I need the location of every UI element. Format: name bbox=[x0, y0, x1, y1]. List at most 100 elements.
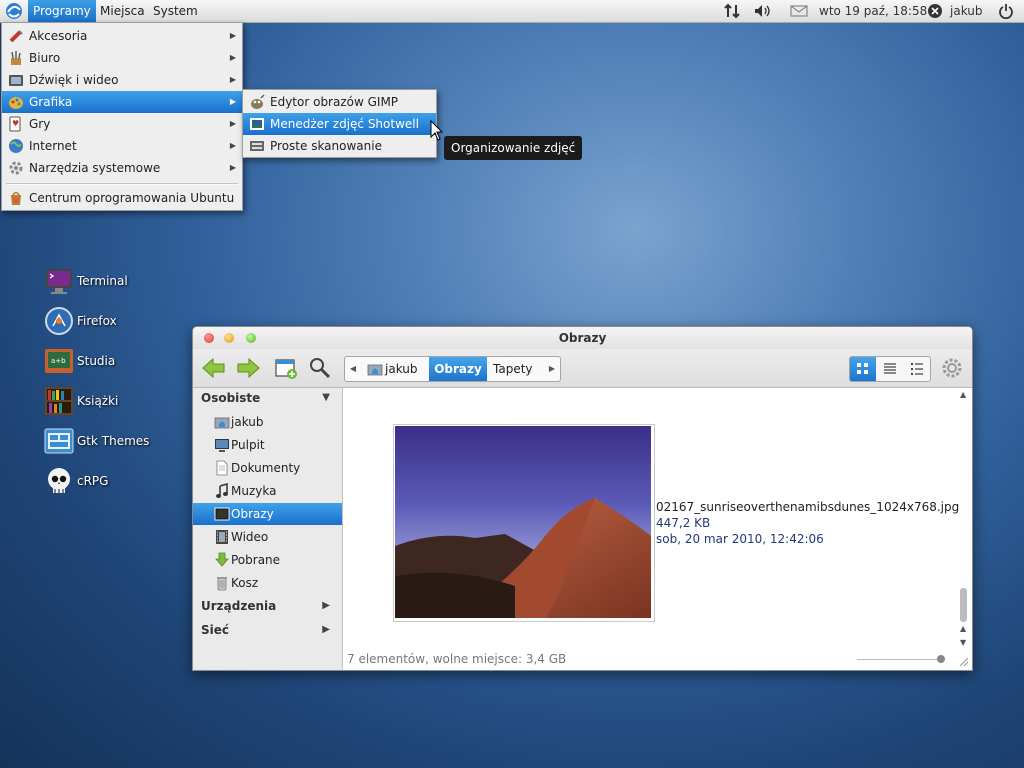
menu-item-games[interactable]: ♥ Gry ▶ bbox=[2, 113, 242, 135]
gtk-themes-icon bbox=[44, 428, 74, 454]
breadcrumb: ◀ jakub Obrazy Tapety ▶ bbox=[344, 356, 561, 382]
user-status-icon[interactable] bbox=[927, 3, 943, 19]
folder-studia-icon: a+b bbox=[45, 349, 73, 373]
window-titlebar[interactable]: Obrazy bbox=[193, 327, 972, 349]
dune-photo-thumbnail bbox=[395, 426, 651, 618]
home-folder-icon bbox=[214, 417, 230, 429]
menu-item-accessories[interactable]: Akcesoria ▶ bbox=[2, 25, 242, 47]
file-size: 447,2 KB bbox=[656, 516, 711, 530]
menu-item-office[interactable]: Biuro ▶ bbox=[2, 47, 242, 69]
grid-view-icon bbox=[857, 363, 868, 374]
menu-item-shotwell[interactable]: Menedżer zdjęć Shotwell bbox=[243, 113, 436, 135]
breadcrumb-obrazy[interactable]: Obrazy bbox=[429, 357, 487, 381]
submenu-arrow-icon: ▶ bbox=[229, 119, 236, 128]
trash-icon bbox=[217, 577, 227, 591]
menu-item-system-tools[interactable]: Narzędzia systemowe ▶ bbox=[2, 157, 242, 179]
icon-view-button[interactable] bbox=[850, 357, 876, 381]
scroll-down-arrow-icon[interactable]: ▼ bbox=[960, 638, 966, 647]
desktop-icon-gtk-themes[interactable]: Gtk Themes bbox=[44, 426, 204, 458]
skull-icon bbox=[48, 468, 70, 493]
gear-icon[interactable] bbox=[939, 355, 965, 381]
sidebar-header-devices[interactable]: Urządzenia bbox=[201, 599, 276, 613]
software-center-icon bbox=[11, 191, 21, 205]
submenu-arrow-icon: ▶ bbox=[229, 97, 236, 106]
resize-grip-icon[interactable] bbox=[957, 655, 969, 667]
multimedia-icon bbox=[9, 75, 23, 86]
back-arrow-icon[interactable] bbox=[201, 355, 227, 381]
expand-arrow-icon[interactable]: ▶ bbox=[322, 624, 330, 635]
graphics-submenu: Edytor obrazów GIMP Menedżer zdjęć Shotw… bbox=[242, 89, 437, 158]
submenu-arrow-icon: ▶ bbox=[229, 31, 236, 40]
file-thumbnail[interactable] bbox=[393, 424, 655, 622]
menu-item-gimp[interactable]: Edytor obrazów GIMP bbox=[243, 91, 436, 113]
power-icon[interactable] bbox=[998, 3, 1014, 19]
sidebar-item-dokumenty[interactable]: Dokumenty bbox=[193, 457, 342, 479]
expand-arrow-icon[interactable]: ▶ bbox=[322, 600, 330, 611]
videos-folder-icon bbox=[216, 530, 228, 544]
sidebar-item-jakub[interactable]: jakub bbox=[193, 411, 342, 433]
sidebar-header-personal[interactable]: Osobiste bbox=[201, 391, 260, 405]
mail-icon[interactable] bbox=[790, 3, 808, 19]
menu-item-sound-video[interactable]: Dźwięk i wideo ▶ bbox=[2, 69, 242, 91]
breadcrumb-home[interactable]: jakub bbox=[363, 357, 428, 381]
svg-text:a+b: a+b bbox=[51, 357, 66, 365]
zoom-slider-handle[interactable] bbox=[937, 655, 945, 663]
sidebar-item-pobrane[interactable]: Pobrane bbox=[193, 549, 342, 571]
desktop-icon-studia[interactable]: a+b Studia bbox=[44, 346, 204, 378]
submenu-arrow-icon: ▶ bbox=[229, 53, 236, 62]
sidebar-header-network[interactable]: Sieć bbox=[201, 623, 229, 637]
network-icon[interactable] bbox=[724, 3, 740, 19]
ubuntu-logo-icon[interactable] bbox=[4, 2, 24, 20]
volume-icon[interactable] bbox=[753, 3, 773, 19]
user-name[interactable]: jakub bbox=[950, 0, 983, 22]
menu-separator bbox=[6, 183, 238, 185]
status-text: 7 elementów, wolne miejsce: 3,4 GB bbox=[347, 652, 567, 666]
sidebar-item-muzyka[interactable]: Muzyka bbox=[193, 480, 342, 502]
menu-item-simple-scan[interactable]: Proste skanowanie bbox=[243, 135, 436, 157]
accessories-icon bbox=[9, 30, 23, 43]
desktop-icon-terminal[interactable]: Terminal bbox=[44, 266, 204, 298]
file-manager-window: Obrazy ◀ jakub Obrazy Tapety ▶ Osobiste … bbox=[192, 326, 973, 671]
panel-menu-system[interactable]: System bbox=[148, 0, 203, 22]
menu-item-graphics[interactable]: Grafika ▶ bbox=[2, 91, 242, 113]
gimp-icon bbox=[251, 94, 265, 109]
compact-view-button[interactable] bbox=[904, 357, 930, 381]
view-switcher bbox=[849, 356, 931, 382]
desktop-icon-firefox[interactable]: Firefox bbox=[44, 306, 204, 338]
svg-text:♥: ♥ bbox=[12, 119, 19, 128]
menu-item-software-center[interactable]: Centrum oprogramowania Ubuntu bbox=[2, 187, 242, 209]
breadcrumb-tapety[interactable]: Tapety bbox=[493, 357, 543, 381]
desktop-icon-crpg[interactable]: cRPG bbox=[44, 466, 204, 498]
menu-item-internet[interactable]: Internet ▶ bbox=[2, 135, 242, 157]
scroll-up-arrow-icon[interactable]: ▲ bbox=[960, 624, 966, 633]
clock[interactable]: wto 19 paź, 18:58 bbox=[819, 0, 927, 22]
collapse-arrow-icon[interactable]: ▼ bbox=[322, 392, 330, 403]
panel-menu-places[interactable]: Miejsca bbox=[95, 0, 150, 22]
desktop-icon-ksiazki[interactable]: Książki bbox=[44, 386, 204, 418]
sidebar-item-kosz[interactable]: Kosz bbox=[193, 572, 342, 594]
forward-arrow-icon[interactable] bbox=[235, 355, 261, 381]
breadcrumb-left-arrow-icon[interactable]: ◀ bbox=[345, 357, 361, 381]
file-date: sob, 20 mar 2010, 12:42:06 bbox=[656, 532, 824, 546]
scanner-icon bbox=[250, 141, 264, 151]
vertical-scrollbar[interactable]: ▲ ▲ ▼ bbox=[959, 388, 969, 647]
tooltip: Organizowanie zdjęć bbox=[444, 136, 583, 160]
sidebar-item-wideo[interactable]: Wideo bbox=[193, 526, 342, 548]
panel-menu-applications[interactable]: Programy bbox=[28, 0, 96, 22]
file-name[interactable]: 02167_sunriseoverthenamibsdunes_1024x768… bbox=[656, 500, 959, 514]
zoom-slider-track[interactable] bbox=[857, 659, 945, 660]
scrollbar-thumb[interactable] bbox=[960, 588, 967, 622]
pictures-folder-icon bbox=[214, 507, 230, 521]
compact-view-icon bbox=[911, 363, 923, 375]
new-tab-icon[interactable] bbox=[273, 355, 299, 381]
breadcrumb-right-arrow-icon[interactable]: ▶ bbox=[545, 357, 559, 381]
list-view-button[interactable] bbox=[877, 357, 903, 381]
documents-folder-icon bbox=[216, 460, 228, 476]
internet-icon bbox=[9, 139, 23, 153]
sidebar-item-obrazy[interactable]: Obrazy bbox=[193, 503, 342, 525]
sidebar-item-pulpit[interactable]: Pulpit bbox=[193, 434, 342, 456]
search-icon[interactable] bbox=[307, 355, 333, 381]
applications-menu: Akcesoria ▶ Biuro ▶ Dźwięk i wideo ▶ Grafik… bbox=[1, 22, 243, 211]
scroll-up-arrow-icon[interactable]: ▲ bbox=[960, 390, 966, 399]
file-view: 02167_sunriseoverthenamibsdunes_1024x768… bbox=[343, 388, 972, 670]
